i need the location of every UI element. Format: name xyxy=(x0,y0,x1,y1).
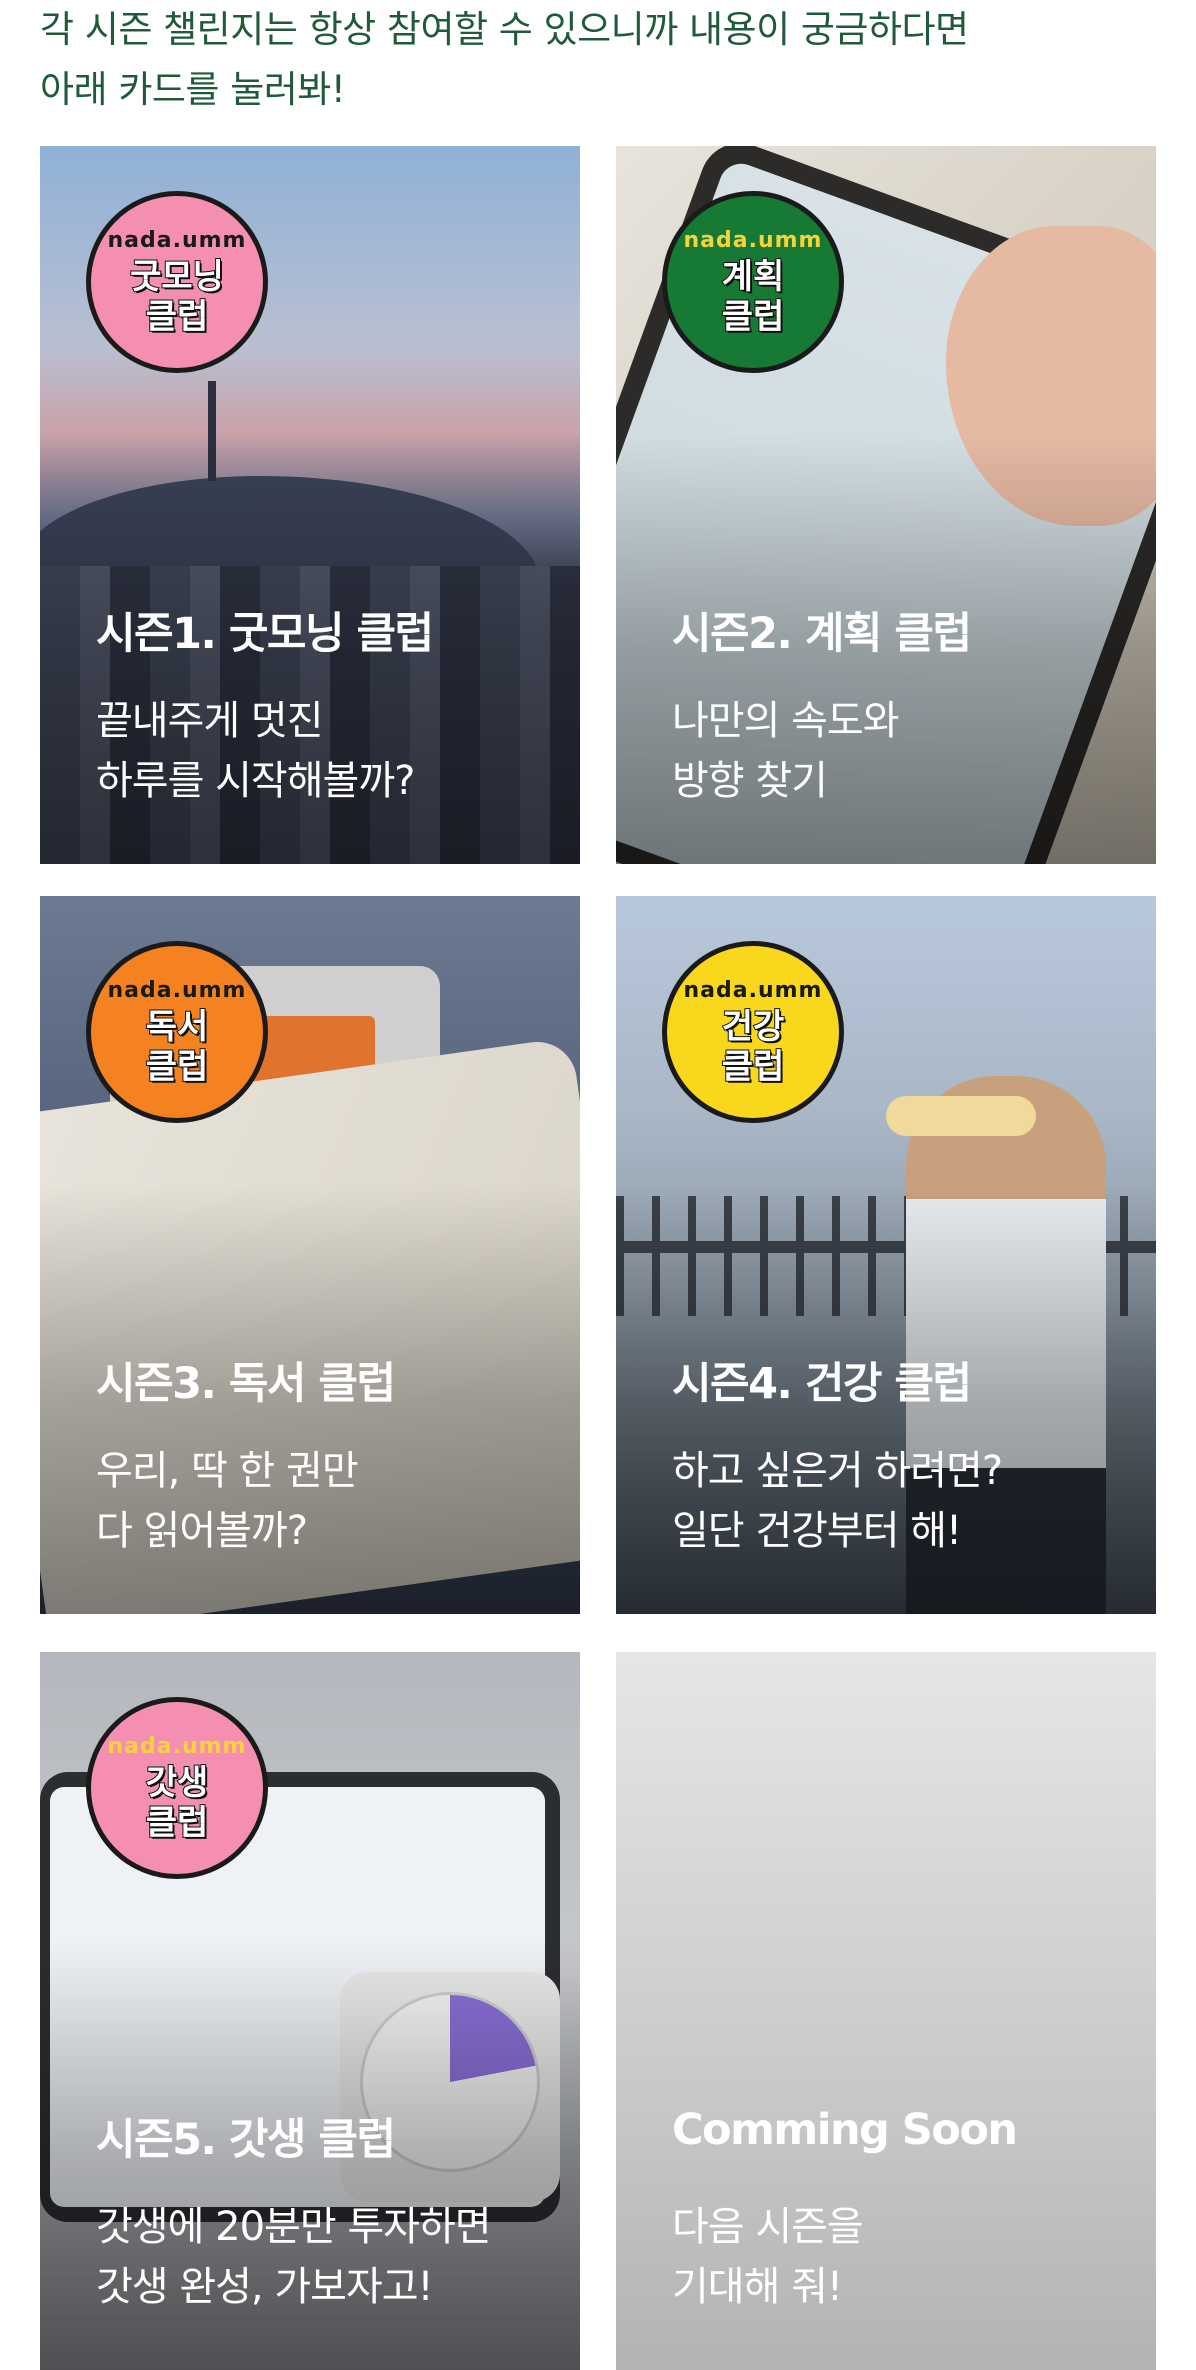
card-description: 나만의 속도와 방향 찾기 xyxy=(672,698,900,804)
badge-brand: nada.umm xyxy=(107,1733,247,1759)
card-description: 끝내주게 멋진 하루를 시작해볼까? xyxy=(96,698,415,804)
badge-club-name: 계획 클럽 xyxy=(721,256,786,338)
intro-text: 각 시즌 챌린지는 항상 참여할 수 있으니까 내용이 궁금하다면 아래 카드를… xyxy=(40,0,1140,120)
card-description: 우리, 딱 한 권만 다 읽어볼까? xyxy=(96,1448,359,1554)
badge-brand: nada.umm xyxy=(107,977,247,1003)
card-title: 시즌2. 계획 클럽 xyxy=(672,609,972,659)
card-title: 시즌3. 독서 클럽 xyxy=(96,1359,396,1409)
card-title: 시즌4. 건강 클럽 xyxy=(672,1359,972,1409)
card-title: 시즌1. 굿모닝 클럽 xyxy=(96,609,434,659)
season-card-coming-soon: Comming Soon 다음 시즌을 기대해 줘! xyxy=(616,1652,1156,2370)
intro-line-2: 아래 카드를 눌러봐! xyxy=(40,68,346,111)
card-description: 다음 시즌을 기대해 줘! xyxy=(672,2204,864,2310)
club-badge: nada.umm 굿모닝 클럽 xyxy=(86,191,268,373)
badge-brand: nada.umm xyxy=(683,977,823,1003)
club-badge: nada.umm 갓생 클럽 xyxy=(86,1697,268,1879)
badge-club-name: 독서 클럽 xyxy=(145,1006,210,1088)
card-description: 하고 싶은거 하려면? 일단 건강부터 해! xyxy=(672,1448,1003,1554)
season-card-planning[interactable]: nada.umm 계획 클럽 시즌2. 계획 클럽 나만의 속도와 방향 찾기 xyxy=(616,146,1156,864)
season-card-good-morning[interactable]: nada.umm 굿모닝 클럽 시즌1. 굿모닝 클럽 끝내주게 멋진 하루를 … xyxy=(40,146,580,864)
card-description: 갓생에 20분만 투자하면 갓생 완성, 가보자고! xyxy=(96,2204,492,2310)
season-card-godsaeng[interactable]: nada.umm 갓생 클럽 시즌5. 갓생 클럽 갓생에 20분만 투자하면 … xyxy=(40,1652,580,2370)
season-card-health[interactable]: nada.umm 건강 클럽 시즌4. 건강 클럽 하고 싶은거 하려면? 일단… xyxy=(616,896,1156,1614)
card-title: 시즌5. 갓생 클럽 xyxy=(96,2115,396,2165)
club-badge: nada.umm 계획 클럽 xyxy=(662,191,844,373)
badge-club-name: 갓생 클럽 xyxy=(145,1762,210,1844)
intro-line-1: 각 시즌 챌린지는 항상 참여할 수 있으니까 내용이 궁금하다면 xyxy=(40,8,969,51)
season-card-grid: nada.umm 굿모닝 클럽 시즌1. 굿모닝 클럽 끝내주게 멋진 하루를 … xyxy=(40,146,1156,2370)
card-title: Comming Soon xyxy=(672,2105,1018,2155)
badge-brand: nada.umm xyxy=(683,227,823,253)
badge-club-name: 건강 클럽 xyxy=(721,1006,786,1088)
badge-brand: nada.umm xyxy=(107,227,247,253)
badge-club-name: 굿모닝 클럽 xyxy=(129,256,225,338)
club-badge: nada.umm 독서 클럽 xyxy=(86,941,268,1123)
season-card-reading[interactable]: nada.umm 독서 클럽 시즌3. 독서 클럽 우리, 딱 한 권만 다 읽… xyxy=(40,896,580,1614)
club-badge: nada.umm 건강 클럽 xyxy=(662,941,844,1123)
